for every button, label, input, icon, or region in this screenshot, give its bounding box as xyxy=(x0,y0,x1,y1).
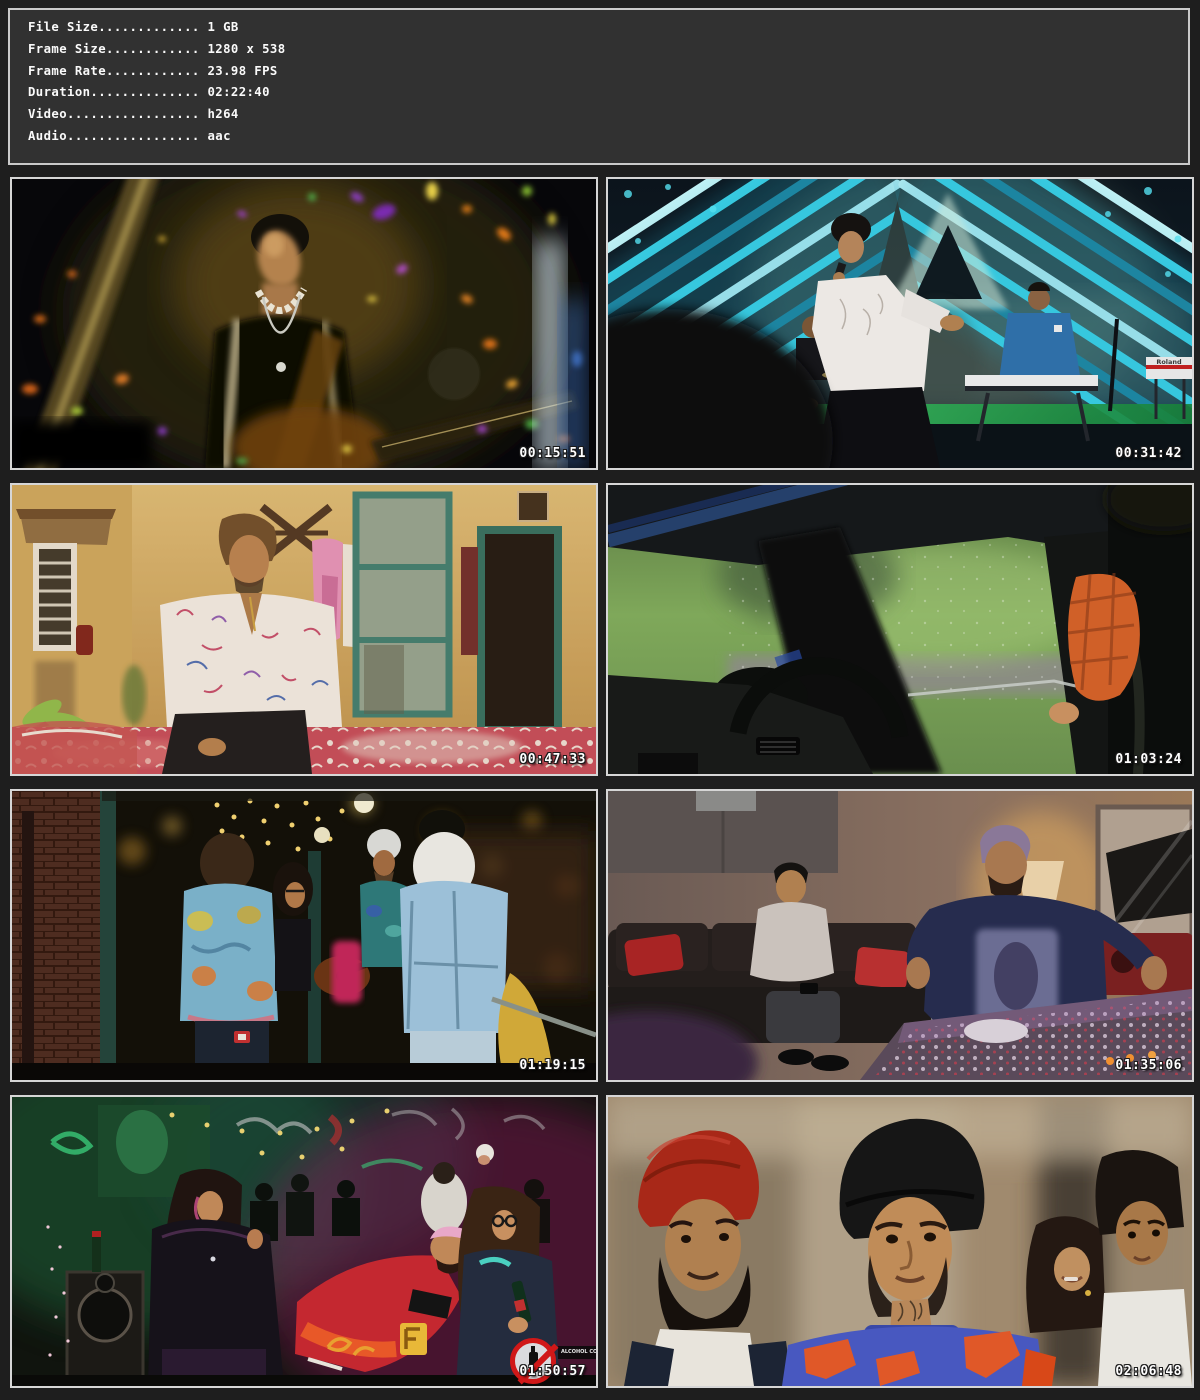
pink-shirt-person xyxy=(332,941,362,1003)
timestamp-7: 01:50:57 xyxy=(519,1364,586,1379)
file-info-box: File Size............. 1 GB Frame Size..… xyxy=(8,8,1190,165)
scene-party-neon-art xyxy=(12,1097,596,1386)
screenshot-thumb-3: 00:47:33 xyxy=(10,483,598,776)
scene-street-night-art xyxy=(12,791,596,1080)
file-info-line-framerate: Frame Rate............ 23.98 FPS xyxy=(28,61,1188,83)
file-info-line-video: Video................. h264 xyxy=(28,104,1188,126)
file-info-line-duration: Duration.............. 02:22:40 xyxy=(28,82,1188,104)
screenshot-thumb-2: YAMAHA xyxy=(606,177,1194,470)
timestamp-5: 01:19:15 xyxy=(519,1058,586,1073)
screenshot-grid: 00:15:51 xyxy=(10,177,1194,1388)
smiling-woman xyxy=(1026,1216,1106,1333)
timestamp-1: 00:15:51 xyxy=(519,446,586,461)
file-info-line-filesize: File Size............. 1 GB xyxy=(28,17,1188,39)
svg-text:Roland: Roland xyxy=(1156,358,1182,366)
green-pole xyxy=(100,791,116,1080)
warning-text-band: ALCOHOL CONSUMPTION IS IN xyxy=(558,1346,598,1359)
soap-bubble xyxy=(428,348,480,400)
file-info-line-audio: Audio................. aac xyxy=(28,126,1188,148)
scene-studio-art xyxy=(608,791,1192,1080)
scene-closeup-crowd-art xyxy=(608,1097,1192,1386)
vent xyxy=(696,791,756,811)
timestamp-4: 01:03:24 xyxy=(1115,752,1182,767)
timestamp-2: 00:31:42 xyxy=(1115,446,1182,461)
statutory-warning: ALCOHOL CONSUMPTION IS IN xyxy=(510,1336,598,1388)
screenshot-thumb-1: 00:15:51 xyxy=(10,177,598,470)
screenshot-thumb-7: ALCOHOL CONSUMPTION IS IN 01:50:57 xyxy=(10,1095,598,1388)
timestamp-6: 01:35:06 xyxy=(1115,1058,1182,1073)
timestamp-3: 00:47:33 xyxy=(519,752,586,767)
screenshot-thumb-4: 01:03:24 xyxy=(606,483,1194,776)
scene-courtyard-art xyxy=(12,485,596,774)
scene-car-interior-art xyxy=(608,485,1192,774)
media-info-sheet: { "colors": { "page_bg": "#1e1e1e", "inf… xyxy=(0,0,1200,1400)
screenshot-thumb-8: 02:06:48 xyxy=(606,1095,1194,1388)
file-info-line-framesize: Frame Size............ 1280 x 538 xyxy=(28,39,1188,61)
screenshot-thumb-5: 01:19:15 xyxy=(10,789,598,1082)
scene-concert-confetti-art xyxy=(12,179,596,468)
timestamp-8: 02:06:48 xyxy=(1115,1364,1182,1379)
scene-neon-stage-art: YAMAHA xyxy=(608,179,1192,468)
screenshot-thumb-6: 01:35:06 xyxy=(606,789,1194,1082)
lamp-globe-2 xyxy=(314,827,330,843)
